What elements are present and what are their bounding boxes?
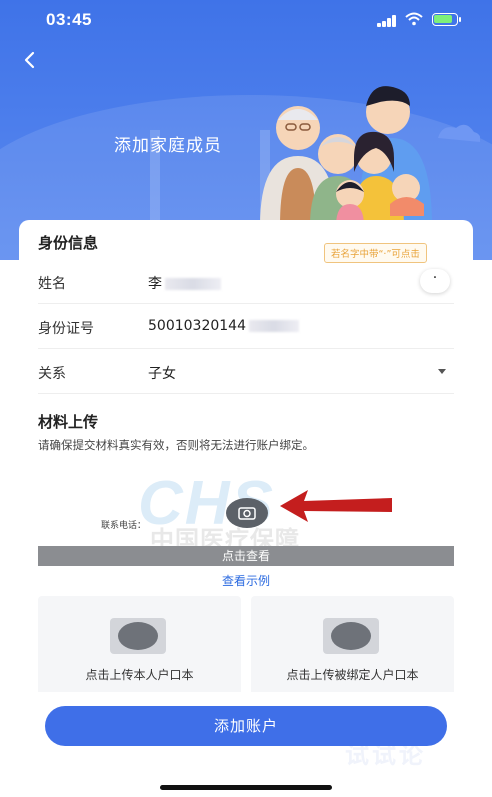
masked-name — [165, 278, 221, 290]
sample-document-preview[interactable]: CHS 中国医疗保障 联系电话： 点击查看 — [38, 468, 454, 566]
view-sample-bar[interactable]: 点击查看 — [38, 546, 454, 566]
form-card: 身份信息 若名字中带“·”可点击 姓名 李 · 身份证号 50010320144… — [19, 220, 473, 700]
camera-icon — [331, 622, 371, 650]
relation-label: 关系 — [38, 366, 66, 382]
family-illustration — [260, 86, 480, 226]
name-row[interactable]: 姓名 李 · — [38, 260, 454, 304]
home-indicator[interactable] — [160, 785, 332, 790]
insert-dot-button[interactable]: · — [420, 269, 450, 293]
chevron-down-icon[interactable] — [438, 369, 446, 374]
photo-placeholder — [323, 618, 379, 654]
upload-bound-household-label: 点击上传被绑定人户口本 — [286, 668, 419, 682]
camera-icon — [118, 622, 158, 650]
wifi-icon — [405, 12, 423, 26]
upload-note: 请确保提交材料真实有效，否则将无法进行账户绑定。 — [38, 438, 314, 452]
name-label: 姓名 — [38, 276, 66, 292]
photo-placeholder — [110, 618, 166, 654]
status-bar: 03:45 — [0, 0, 492, 44]
cellular-signal-icon — [377, 15, 399, 27]
identity-section-title: 身份信息 — [38, 234, 99, 252]
masked-id — [248, 320, 299, 332]
upload-bound-household-tile[interactable]: 点击上传被绑定人户口本 — [251, 596, 454, 696]
sample-phone-label: 联系电话： — [101, 521, 147, 531]
view-example-link[interactable]: 查看示例 — [19, 572, 473, 589]
add-account-button[interactable]: 添加账户 — [45, 706, 447, 746]
upload-own-household-tile[interactable]: 点击上传本人户口本 — [38, 596, 241, 696]
red-arrow-icon — [280, 490, 392, 522]
upload-section-title: 材料上传 — [38, 413, 99, 431]
relation-row[interactable]: 关系 子女 — [38, 350, 454, 394]
id-number-label: 身份证号 — [38, 321, 94, 337]
id-number-row[interactable]: 身份证号 50010320144 — [38, 305, 454, 349]
name-text: 李 — [148, 276, 162, 292]
name-value[interactable]: 李 — [148, 273, 221, 293]
page-title: 添加家庭成员 — [114, 136, 222, 156]
id-number-value[interactable]: 50010320144 — [148, 318, 299, 334]
upload-own-household-label: 点击上传本人户口本 — [85, 668, 194, 682]
back-icon[interactable] — [18, 48, 42, 72]
relation-value[interactable]: 子女 — [148, 363, 176, 383]
id-number-text: 50010320144 — [148, 318, 246, 334]
battery-icon — [432, 13, 461, 26]
status-time: 03:45 — [46, 10, 92, 29]
